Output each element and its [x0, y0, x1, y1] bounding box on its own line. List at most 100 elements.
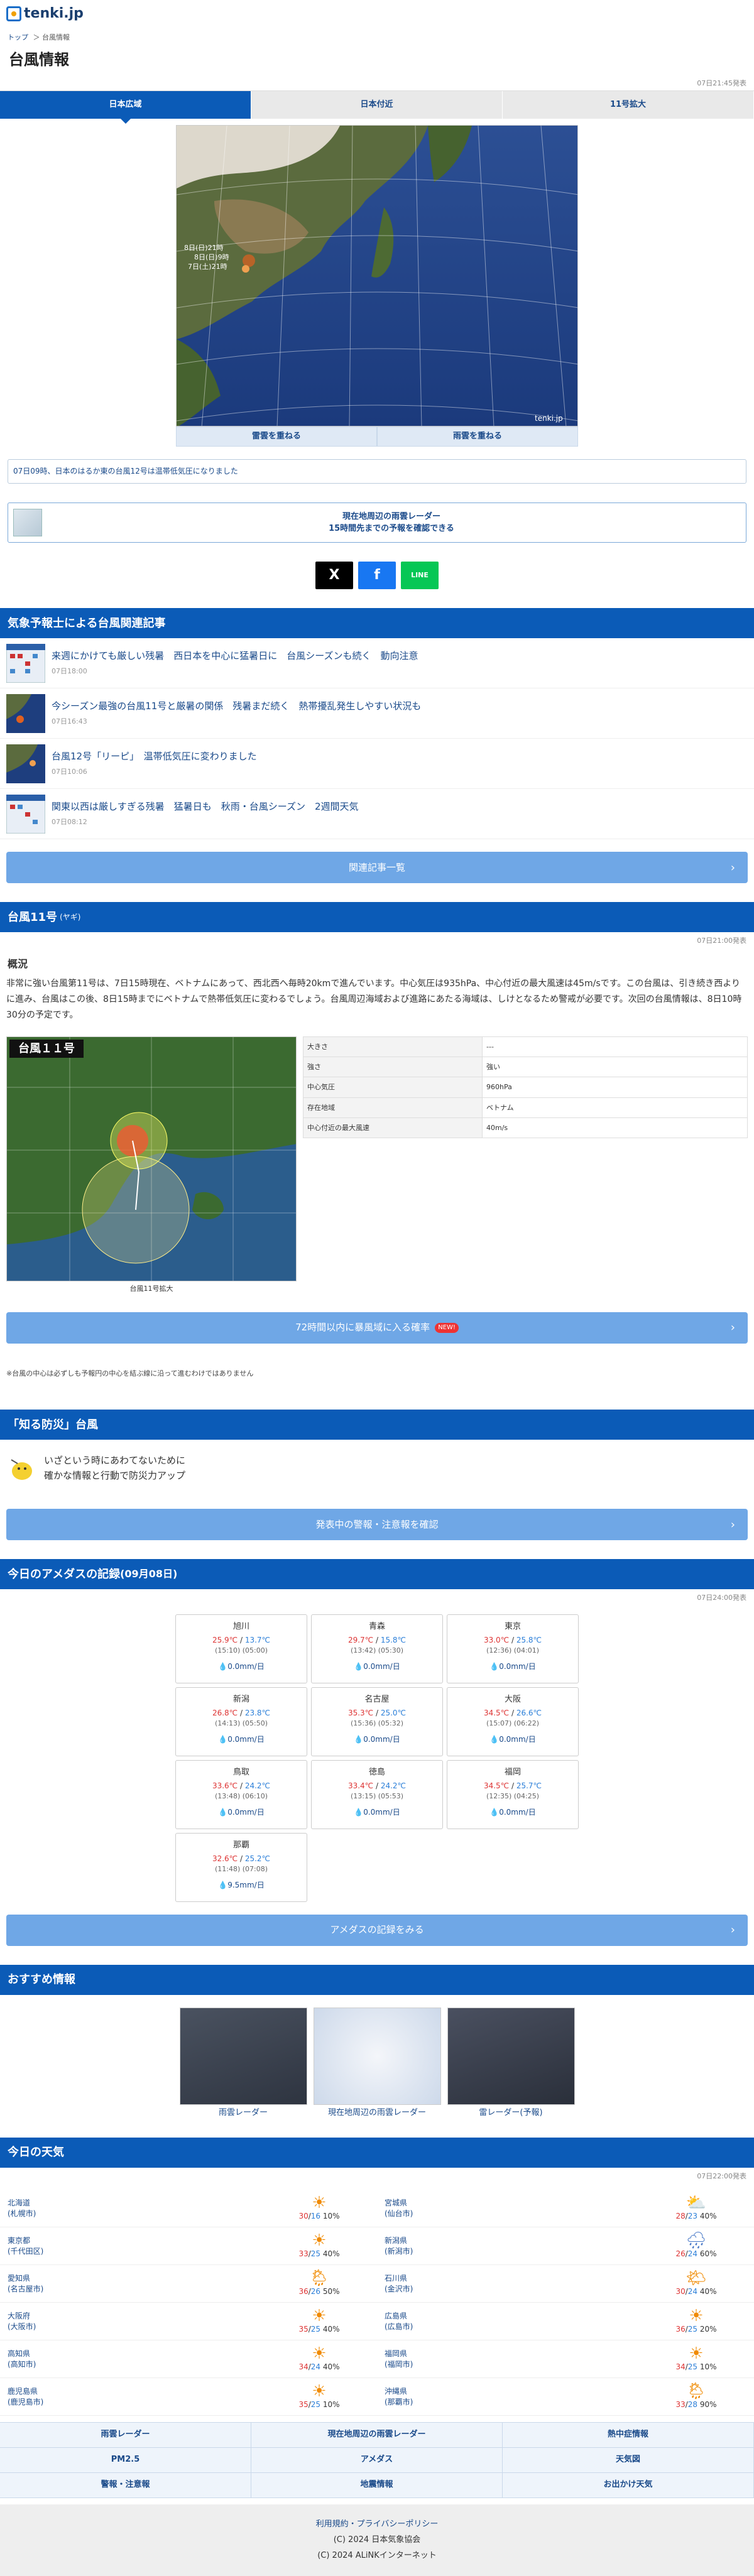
weather-pop: 60% [699, 2249, 717, 2259]
article-item[interactable]: 今シーズン最強の台風11号と厳暑の関係 残暑まだ続く 熱帯擾乱発生しやすい状況も… [0, 688, 754, 739]
weather-row[interactable]: 大阪府 (大阪市) ☀ 35/25 40% [0, 2303, 377, 2341]
amedas-cell[interactable]: 福岡 34.5℃ / 25.7℃ (12:35) (04:25) 💧0.0mm/日 [447, 1759, 579, 1829]
link-earthquake[interactable]: 地震情報 [251, 2473, 503, 2499]
weather-row[interactable]: 宮城県 (仙台市) ⛅ 28/23 40% [377, 2190, 754, 2228]
weather-pref: 宮城県 [385, 2198, 408, 2207]
weather-row[interactable]: 新潟県 (新潟市) 🌧 26/24 60% [377, 2227, 754, 2266]
sunny-icon: ☀ [689, 2307, 704, 2326]
recommend-list: 雨雲レーダー 現在地周辺の雨雲レーダー 雷レーダー(予報) [0, 2007, 754, 2119]
bosai-text-1: いざという時にあわてないために [44, 1455, 186, 1467]
overview-text: 非常に強い台風第11号は、7日15時現在、ベトナムにあって、西北西へ毎時20km… [6, 978, 742, 1021]
amedas-more-button[interactable]: アメダスの記録をみる › [6, 1914, 748, 1946]
raindrop-icon: 💧 [354, 1735, 364, 1744]
amedas-cell[interactable]: 青森 29.7℃ / 15.8℃ (13:42) (05:30) 💧0.0mm/日 [311, 1614, 443, 1683]
amedas-cell[interactable]: 那覇 32.6℃ / 25.2℃ (11:48) (07:08) 💧9.5mm/日 [175, 1832, 307, 1902]
tab-japan-near[interactable]: 日本付近 [251, 91, 503, 119]
weather-high: 30 [298, 2212, 309, 2221]
new-badge: NEW! [435, 1322, 459, 1333]
calendar-thumb-icon [6, 643, 45, 683]
amedas-cell[interactable]: 名古屋 35.3℃ / 25.0℃ (15:36) (05:32) 💧0.0mm/日 [311, 1687, 443, 1756]
amedas-cell[interactable]: 東京 33.0℃ / 25.8℃ (12:36) (04:01) 💧0.0mm/日 [447, 1614, 579, 1683]
radar-promo-banner[interactable]: 現在地周辺の雨雲レーダー 15時間先までの予報を確認できる [8, 503, 746, 543]
facebook-share-icon[interactable]: f [358, 562, 396, 590]
weather-high: 28 [675, 2212, 686, 2221]
recommend-thunder-radar[interactable]: 雷レーダー(予報) [447, 2007, 575, 2119]
tab-japan-wide[interactable]: 日本広域 [0, 91, 251, 124]
article-date: 07日18:00 [52, 667, 87, 676]
weather-row[interactable]: 鹿児島県 (鹿児島市) ☀ 35/25 10% [0, 2378, 377, 2416]
weather-row[interactable]: 北海道 (札幌市) ☀ 30/16 10% [0, 2190, 377, 2228]
weather-row[interactable]: 沖縄県 (那覇市) 🌦 33/28 90% [377, 2378, 754, 2416]
weather-row[interactable]: 愛知県 (名古屋市) 🌦 36/26 50% [0, 2265, 377, 2303]
line-share-icon[interactable]: LINE [401, 562, 439, 590]
recommend-rain-radar[interactable]: 雨雲レーダー [179, 2007, 307, 2119]
link-warnings[interactable]: 警報・注意報 [0, 2473, 251, 2499]
footer: 利用規約・プライバシーポリシー (C) 2024 日本気象協会 (C) 2024… [0, 2504, 754, 2576]
link-rain-radar[interactable]: 雨雲レーダー [0, 2423, 251, 2448]
amedas-cell[interactable]: 徳島 33.4℃ / 24.2℃ (13:15) (05:53) 💧0.0mm/日 [311, 1759, 443, 1829]
amedas-cell[interactable]: 大阪 34.5℃ / 26.6℃ (15:07) (06:22) 💧0.0mm/日 [447, 1687, 579, 1756]
recommend-local-radar[interactable]: 現在地周辺の雨雲レーダー [313, 2007, 441, 2119]
map-label-3: 7日(土)21時 [188, 263, 227, 271]
typhoon-props-table: 大きさ --- 強さ 強い 中心気圧 960hPa 存在地域 ベトナム 中心付近の最大風… [303, 1036, 748, 1139]
bosai-banner[interactable]: いざという時にあわてないために 確かな情報と行動で防災力アップ [0, 1440, 754, 1496]
breadcrumb-top[interactable]: トップ [8, 33, 28, 41]
weather-high: 35 [298, 2325, 309, 2334]
chevron-right-icon: › [730, 861, 735, 874]
breadcrumb-current: ＞ 台風情報 [33, 33, 70, 41]
link-weather-chart[interactable]: 天気図 [503, 2448, 754, 2474]
copyright-2: (C) 2024 ALiNKインターネット [317, 2550, 437, 2560]
amedas-header: 今日のアメダスの記録 (09月08日) [0, 1559, 754, 1590]
weather-city: (千代田区) [8, 2246, 44, 2256]
articles-header: 気象予報士による台風関連記事 [0, 608, 754, 639]
weather-pop: 40% [322, 2362, 340, 2372]
map-watermark: tenki.jp [535, 414, 563, 423]
typhoon-wide-map[interactable]: 8日(日)21時 8日(日)9時 7日(土)21時 tenki.jp [176, 125, 578, 427]
thunder-overlay-button[interactable]: 雷雲を重ねる [176, 427, 377, 447]
weather-row[interactable]: 石川県 (金沢市) 🌤 30/24 40% [377, 2265, 754, 2303]
mascot-icon [11, 1459, 32, 1481]
weather-city: (新潟市) [385, 2246, 413, 2256]
x-share-icon[interactable]: X [315, 562, 353, 590]
weather-low: 16 [310, 2212, 321, 2221]
typhoon11-map-caption[interactable]: 台風11号拡大 [6, 1284, 297, 1293]
bosai-header: 「知る防災」台風 [0, 1410, 754, 1440]
weather-row[interactable]: 東京都 (千代田区) ☀ 33/25 40% [0, 2227, 377, 2266]
article-title: 関東以西は厳しすぎる残暑 猛暑日も 秋雨・台風シーズン 2週間天気 [52, 801, 359, 813]
weather-row[interactable]: 高知県 (高知市) ☀ 34/24 40% [0, 2340, 377, 2379]
site-logo[interactable]: tenki.jp [6, 4, 84, 24]
rain-overlay-button[interactable]: 雨雲を重ねる [377, 427, 578, 447]
weather-city: (鹿児島市) [8, 2397, 44, 2406]
amedas-cell[interactable]: 鳥取 33.6℃ / 24.2℃ (13:48) (06:10) 💧0.0mm/日 [175, 1759, 307, 1829]
table-row: 大きさ --- [303, 1036, 748, 1057]
link-outing-weather[interactable]: お出かけ天気 [503, 2473, 754, 2499]
related-articles-button[interactable]: 関連記事一覧 › [6, 852, 748, 884]
link-heatstroke[interactable]: 熱中症情報 [503, 2423, 754, 2448]
weather-city: (名古屋市) [8, 2284, 44, 2293]
warnings-button[interactable]: 発表中の警報・注意報を確認 › [6, 1509, 748, 1541]
logo-icon [6, 6, 21, 21]
cloudy-sunny-icon: ⛅ [686, 2193, 707, 2213]
sunny-icon: ☀ [312, 2231, 327, 2251]
weather-pref: 北海道 [8, 2198, 31, 2207]
terms-link[interactable]: 利用規約・プライバシーポリシー [0, 2517, 754, 2533]
weather-city: (広島市) [385, 2322, 413, 2331]
weather-row[interactable]: 広島県 (広島市) ☀ 36/25 20% [377, 2303, 754, 2341]
amedas-cell[interactable]: 新潟 26.8℃ / 23.8℃ (14:13) (05:50) 💧0.0mm/日 [175, 1687, 307, 1756]
article-item[interactable]: 台風12号「リーピ」 温帯低気圧に変わりました 07日10:06 [0, 739, 754, 790]
site-header: tenki.jp [0, 0, 754, 28]
storm-probability-button[interactable]: 72時間以内に暴風域に入る確率 NEW! › [6, 1312, 748, 1344]
article-item[interactable]: 来週にかけても厳しい残暑 西日本を中心に猛暑日に 台風シーズンも続く 動向注意 0… [0, 638, 754, 689]
weather-row[interactable]: 福岡県 (福岡市) ☀ 34/25 10% [377, 2340, 754, 2379]
tab-typhoon11-zoom[interactable]: 11号拡大 [503, 91, 754, 119]
weather-high: 34 [675, 2362, 686, 2372]
link-local-radar[interactable]: 現在地周辺の雨雲レーダー [251, 2423, 503, 2448]
link-amedas[interactable]: アメダス [251, 2448, 503, 2474]
link-pm25[interactable]: PM2.5 [0, 2448, 251, 2474]
share-buttons: X f LINE [0, 562, 754, 590]
typhoon11-map[interactable]: 台風１１号 [6, 1036, 297, 1281]
amedas-cell[interactable]: 旭川 25.9℃ / 13.7℃ (15:10) (05:00) 💧0.0mm/日 [175, 1614, 307, 1683]
today-updated: 07日22:00発表 [697, 2171, 746, 2180]
article-item[interactable]: 関東以西は厳しすぎる残暑 猛暑日も 秋雨・台風シーズン 2週間天気 07日08:1… [0, 789, 754, 840]
radar-promo-title: 現在地周辺の雨雲レーダー [342, 511, 440, 521]
